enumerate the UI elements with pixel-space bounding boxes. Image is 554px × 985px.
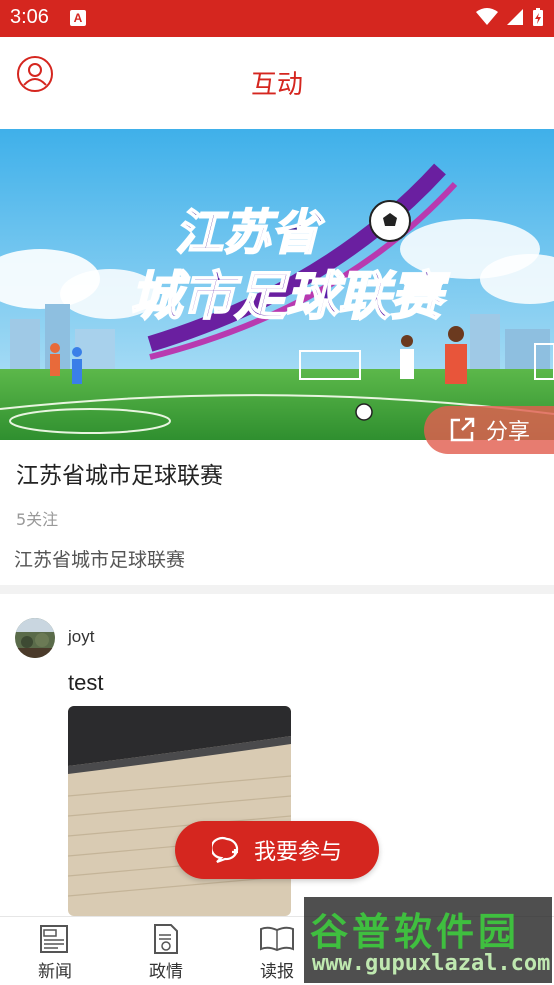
app-header: 互动	[0, 37, 554, 129]
banner-headline-line1: 江苏省	[175, 205, 325, 261]
post-photo	[68, 706, 291, 916]
page-title: 互动	[250, 70, 303, 100]
nav-label-politics: 政情	[149, 962, 183, 982]
join-button[interactable]: 我要参与	[175, 821, 379, 879]
notification-app-icon: A	[70, 10, 86, 26]
signal-icon	[507, 9, 523, 25]
banner-headline-line2: 城市足球联赛	[130, 267, 450, 327]
battery-icon	[533, 8, 543, 26]
nav-item-news[interactable]: 新闻	[15, 923, 95, 982]
open-book-icon	[260, 926, 294, 952]
banner-illustration: 江苏省 城市足球联赛	[0, 129, 554, 440]
join-label: 我要参与	[253, 840, 342, 865]
watermark-url: www.gupuxlazal.com	[312, 951, 551, 976]
status-bar: 3:06 A	[0, 0, 554, 37]
topic-title: 江苏省城市足球联赛	[16, 463, 223, 489]
chat-plus-icon	[211, 837, 239, 864]
watermark-title: 谷普软件园	[310, 910, 521, 954]
avatar-image	[15, 618, 55, 658]
topic-banner[interactable]: 江苏省 城市足球联赛	[0, 129, 554, 440]
watermark-logo: 谷普软件园 www.gupuxlazal.com	[304, 897, 552, 983]
post-username[interactable]: joyt	[68, 627, 94, 647]
external-share-icon	[450, 417, 475, 442]
share-button[interactable]: 分享	[424, 406, 554, 454]
status-icons	[476, 7, 544, 27]
avatar[interactable]	[15, 618, 55, 658]
topic-description: 江苏省城市足球联赛	[14, 549, 186, 571]
nav-item-politics[interactable]: 政情	[126, 923, 206, 982]
post-image[interactable]	[68, 706, 291, 916]
post-text: test	[68, 670, 104, 695]
section-divider	[0, 585, 554, 594]
nav-label-news: 新闻	[38, 962, 72, 982]
document-icon	[154, 924, 178, 954]
wifi-icon	[476, 8, 498, 25]
follower-count: 5关注	[16, 510, 59, 529]
status-time: 3:06	[10, 6, 49, 28]
share-label: 分享	[486, 420, 531, 445]
newspaper-icon	[40, 925, 68, 953]
